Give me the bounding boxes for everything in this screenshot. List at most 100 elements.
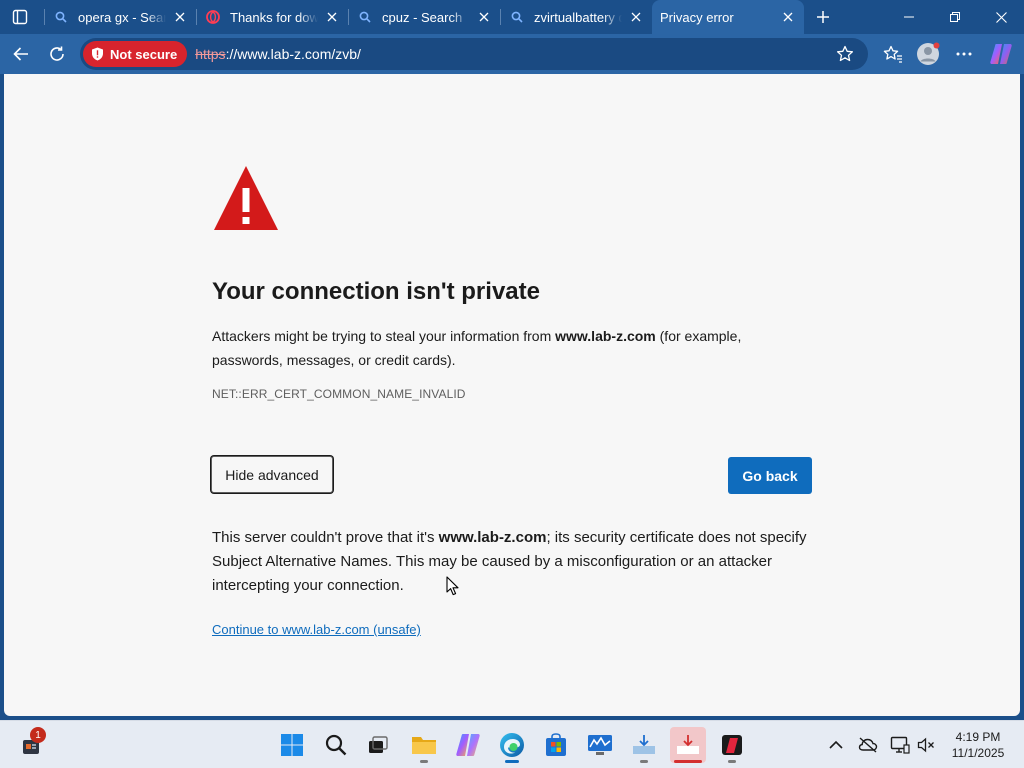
- warning-icon: [214, 166, 278, 230]
- arrow-left-icon: [13, 47, 28, 61]
- tab-close-button[interactable]: [476, 9, 492, 25]
- tab-zvirtualbattery[interactable]: zvirtualbattery download: [500, 0, 652, 34]
- installer-app-button[interactable]: [626, 727, 662, 763]
- tab-title: cpuz - Search: [382, 9, 463, 25]
- close-icon: [479, 12, 489, 22]
- favorites-icon: [883, 45, 902, 63]
- tab-close-button[interactable]: [628, 9, 644, 25]
- star-icon: [836, 45, 854, 62]
- download-tray-icon: [633, 735, 655, 754]
- copilot-icon: [456, 734, 480, 756]
- avatar-icon: [917, 42, 940, 65]
- clock[interactable]: 4:19 PM 11/1/2025: [940, 729, 1016, 761]
- speaker-muted-icon: [917, 737, 934, 753]
- close-window-button[interactable]: [978, 0, 1024, 34]
- windows-logo-icon: [281, 734, 303, 756]
- file-explorer-button[interactable]: [406, 727, 442, 763]
- search-taskbar-button[interactable]: [318, 727, 354, 763]
- copilot-icon: [990, 44, 1012, 64]
- search-icon: [510, 10, 524, 24]
- url-text[interactable]: https://www.lab-z.com/zvb/: [195, 46, 361, 62]
- intro-host: www.lab-z.com: [555, 328, 656, 344]
- details-host: www.lab-z.com: [438, 529, 547, 546]
- intro-text-before: Attackers might be trying to steal your …: [212, 328, 556, 344]
- task-view-icon: [369, 736, 388, 753]
- copilot-app-button[interactable]: [450, 727, 486, 763]
- tab-privacy-error[interactable]: Privacy error: [652, 0, 804, 34]
- tab-close-button[interactable]: [324, 9, 340, 25]
- minimize-button[interactable]: [886, 0, 932, 34]
- refresh-icon: [50, 46, 64, 61]
- hide-advanced-button[interactable]: Hide advanced: [211, 456, 333, 493]
- network-tray-button[interactable]: [888, 733, 912, 757]
- close-icon: [995, 11, 1007, 23]
- close-icon: [175, 12, 185, 22]
- copilot-button[interactable]: [986, 39, 1016, 69]
- folder-icon: [412, 737, 436, 754]
- show-hidden-icons-button[interactable]: [824, 733, 848, 757]
- onedrive-tray-button[interactable]: [856, 733, 880, 757]
- back-button[interactable]: [6, 39, 36, 69]
- favorites-button[interactable]: [878, 39, 908, 69]
- monitor-app-button[interactable]: [582, 727, 618, 763]
- favorite-button[interactable]: [830, 39, 860, 69]
- url-path: ://www.lab-z.com/zvb/: [225, 46, 361, 62]
- restore-icon: [950, 12, 960, 22]
- plus-icon: [817, 11, 829, 23]
- not-secure-label: Not secure: [110, 46, 178, 62]
- download-installer-button[interactable]: [670, 727, 706, 763]
- monitor-chart-icon: [588, 735, 612, 755]
- start-button[interactable]: [274, 727, 310, 763]
- microsoft-store-button[interactable]: [538, 727, 574, 763]
- opera-gx-button[interactable]: [714, 727, 750, 763]
- edge-button[interactable]: [494, 727, 530, 763]
- close-icon: [327, 12, 337, 22]
- tab-title: Privacy error: [660, 9, 734, 25]
- advanced-details-text: This server couldn't prove that it's www…: [212, 526, 822, 598]
- task-view-button[interactable]: [360, 727, 396, 763]
- shield-warning-icon: [91, 47, 104, 61]
- url-scheme: https: [195, 46, 226, 62]
- settings-menu-button[interactable]: [949, 39, 979, 69]
- tab-title: Thanks for downloading: [230, 9, 318, 25]
- download-tray-icon: [677, 735, 699, 754]
- tab-strip: opera gx - Search Thanks for downloading…: [0, 0, 1024, 34]
- clock-time: 4:19 PM: [955, 730, 1001, 744]
- volume-tray-button[interactable]: [914, 733, 938, 757]
- search-icon: [325, 734, 347, 756]
- intro-text: Attackers might be trying to steal your …: [212, 324, 792, 372]
- restore-button[interactable]: [932, 0, 978, 34]
- proceed-unsafe-link[interactable]: Continue to www.lab-z.com (unsafe): [212, 622, 421, 637]
- not-secure-badge[interactable]: Not secure: [83, 41, 188, 67]
- tab-title: opera gx - Search: [78, 9, 166, 25]
- network-icon: [890, 736, 910, 754]
- go-back-button[interactable]: Go back: [728, 457, 812, 494]
- opera-icon: [206, 10, 220, 24]
- tab-actions-button[interactable]: [6, 4, 34, 30]
- chevron-up-icon: [829, 740, 843, 749]
- taskbar: 4:19 PM 11/1/2025: [0, 720, 1024, 768]
- browser-toolbar: Not secure https://www.lab-z.com/zvb/: [0, 34, 1024, 74]
- mouse-cursor-icon: [446, 576, 459, 596]
- tab-thanks-for-downloading[interactable]: Thanks for downloading: [196, 0, 348, 34]
- minimize-icon: [904, 16, 914, 18]
- tab-title: zvirtualbattery download: [534, 9, 622, 25]
- new-tab-button[interactable]: [810, 4, 836, 30]
- tab-cpuz-search[interactable]: cpuz - Search: [348, 0, 500, 34]
- page-content: Your connection isn't private Attackers …: [4, 74, 1020, 716]
- tab-close-button[interactable]: [172, 9, 188, 25]
- error-code[interactable]: NET::ERR_CERT_COMMON_NAME_INVALID: [212, 387, 466, 401]
- more-icon: [956, 52, 972, 56]
- details-text-before: This server couldn't prove that it's: [212, 529, 439, 546]
- store-icon: [546, 733, 566, 756]
- refresh-button[interactable]: [42, 39, 72, 69]
- address-bar[interactable]: Not secure https://www.lab-z.com/zvb/: [80, 38, 868, 70]
- search-icon: [358, 10, 372, 24]
- close-icon: [631, 12, 641, 22]
- tab-close-button[interactable]: [780, 9, 796, 25]
- profile-button[interactable]: [913, 39, 943, 69]
- opera-gx-icon: [722, 735, 742, 755]
- tab-opera-gx-search[interactable]: opera gx - Search: [44, 0, 196, 34]
- cloud-off-icon: [858, 737, 878, 753]
- edge-icon: [500, 733, 524, 757]
